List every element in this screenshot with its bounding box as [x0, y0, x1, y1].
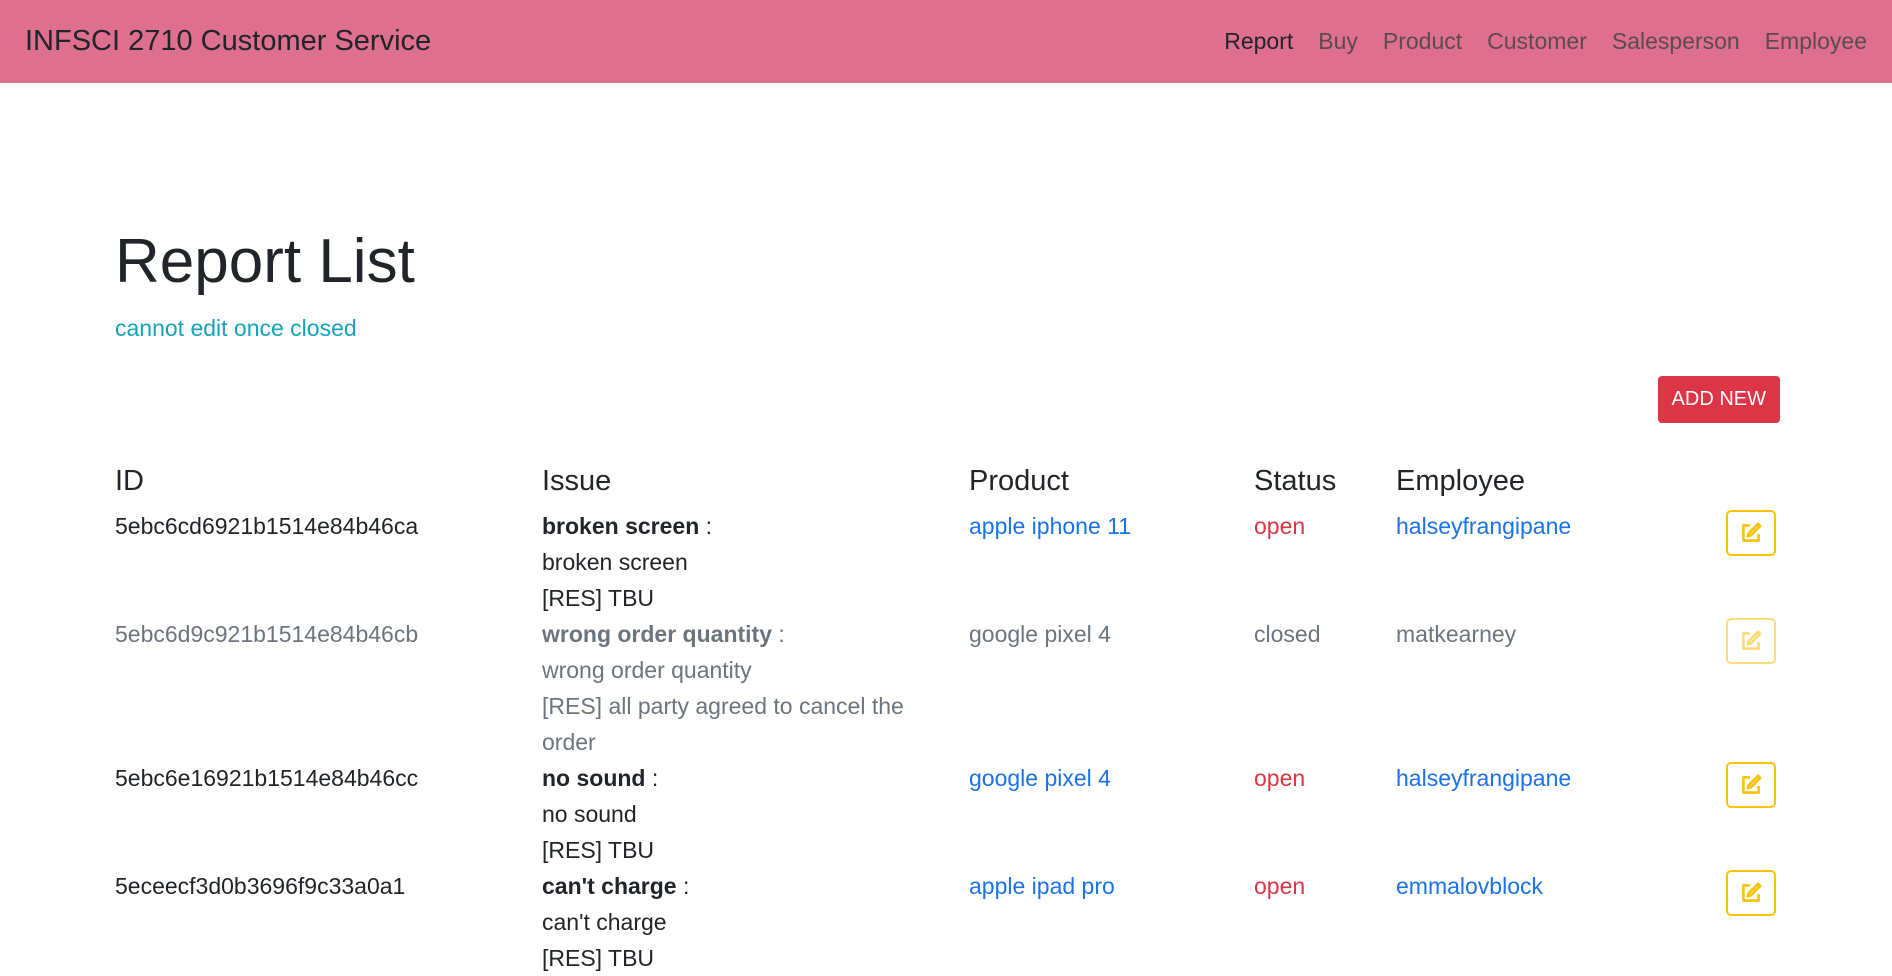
main-content: Report List cannot edit once closed ADD … [115, 83, 1780, 971]
edit-button[interactable] [1726, 510, 1776, 556]
issue-title: broken screen [542, 513, 700, 539]
product-link[interactable]: google pixel 4 [969, 765, 1111, 791]
report-id: 5ebc6d9c921b1514e84b46cb [115, 621, 419, 647]
issue-resolution: [RES] all party agreed to cancel the ord… [542, 693, 904, 755]
report-id: 5ebc6e16921b1514e84b46cc [115, 765, 419, 791]
report-id: 5ebc6cd6921b1514e84b46ca [115, 513, 419, 539]
table-row: 5ebc6d9c921b1514e84b46cb wrong order qua… [115, 616, 1780, 760]
navbar: INFSCI 2710 Customer Service Report Buy … [0, 0, 1892, 83]
issue-title: can't charge [542, 873, 677, 899]
issue-title: no sound [542, 765, 646, 791]
nav-customer[interactable]: Customer [1487, 28, 1587, 55]
header-employee: Employee [1396, 465, 1525, 497]
page-note: cannot edit once closed [115, 315, 357, 341]
employee-link[interactable]: halseyfrangipane [1396, 513, 1571, 539]
table-row: 5ebc6cd6921b1514e84b46ca broken screen :… [115, 508, 1780, 616]
product-link[interactable]: apple ipad pro [969, 873, 1115, 899]
nav-buy[interactable]: Buy [1318, 28, 1358, 55]
edit-button[interactable] [1726, 870, 1776, 916]
header-actions [1681, 465, 1780, 508]
issue-description: wrong order quantity [542, 657, 752, 683]
edit-icon [1742, 630, 1762, 650]
report-issue: no sound : no sound [RES] TBU [542, 760, 969, 868]
edit-button-disabled [1726, 618, 1776, 664]
issue-resolution: [RES] TBU [542, 585, 655, 611]
product-name: google pixel 4 [969, 621, 1111, 647]
nav-product[interactable]: Product [1383, 28, 1462, 55]
nav-employee[interactable]: Employee [1765, 28, 1867, 55]
edit-button[interactable] [1726, 762, 1776, 808]
header-product: Product [969, 465, 1069, 497]
edit-icon [1742, 774, 1762, 794]
table-header-row: ID Issue Product Status Employee [115, 465, 1780, 508]
edit-icon [1742, 882, 1762, 902]
issue-resolution: [RES] TBU [542, 837, 655, 863]
employee-name: matkearney [1396, 621, 1517, 647]
brand-title[interactable]: INFSCI 2710 Customer Service [25, 25, 431, 58]
header-id: ID [115, 465, 144, 497]
add-new-button[interactable]: ADD NEW [1657, 376, 1780, 423]
employee-link[interactable]: emmalovblock [1396, 873, 1543, 899]
status-badge: closed [1254, 621, 1321, 647]
nav-report[interactable]: Report [1224, 28, 1293, 55]
issue-description: no sound [542, 801, 637, 827]
employee-link[interactable]: halseyfrangipane [1396, 765, 1571, 791]
report-issue: broken screen : broken screen [RES] TBU [542, 508, 969, 616]
report-issue: wrong order quantity : wrong order quant… [542, 616, 969, 760]
issue-resolution: [RES] TBU [542, 945, 655, 971]
product-link[interactable]: apple iphone 11 [969, 513, 1131, 539]
nav-salesperson[interactable]: Salesperson [1612, 28, 1740, 55]
report-table: ID Issue Product Status Employee 5ebc6cd… [115, 465, 1780, 976]
issue-description: broken screen [542, 549, 688, 575]
status-badge: open [1254, 765, 1306, 791]
report-id: 5eceecf3d0b3696f9c33a0a1 [115, 873, 406, 899]
header-status: Status [1254, 465, 1337, 497]
nav-links: Report Buy Product Customer Salesperson … [1199, 28, 1867, 55]
table-row: 5ebc6e16921b1514e84b46cc no sound : no s… [115, 760, 1780, 868]
header-issue: Issue [542, 465, 612, 497]
status-badge: open [1254, 513, 1306, 539]
status-badge: open [1254, 873, 1306, 899]
edit-icon [1742, 522, 1762, 542]
issue-description: can't charge [542, 909, 667, 935]
page-title: Report List [115, 227, 415, 296]
report-issue: can't charge : can't charge [RES] TBU [542, 868, 969, 976]
table-row: 5eceecf3d0b3696f9c33a0a1 can't charge : … [115, 868, 1780, 976]
issue-title: wrong order quantity [542, 621, 772, 647]
